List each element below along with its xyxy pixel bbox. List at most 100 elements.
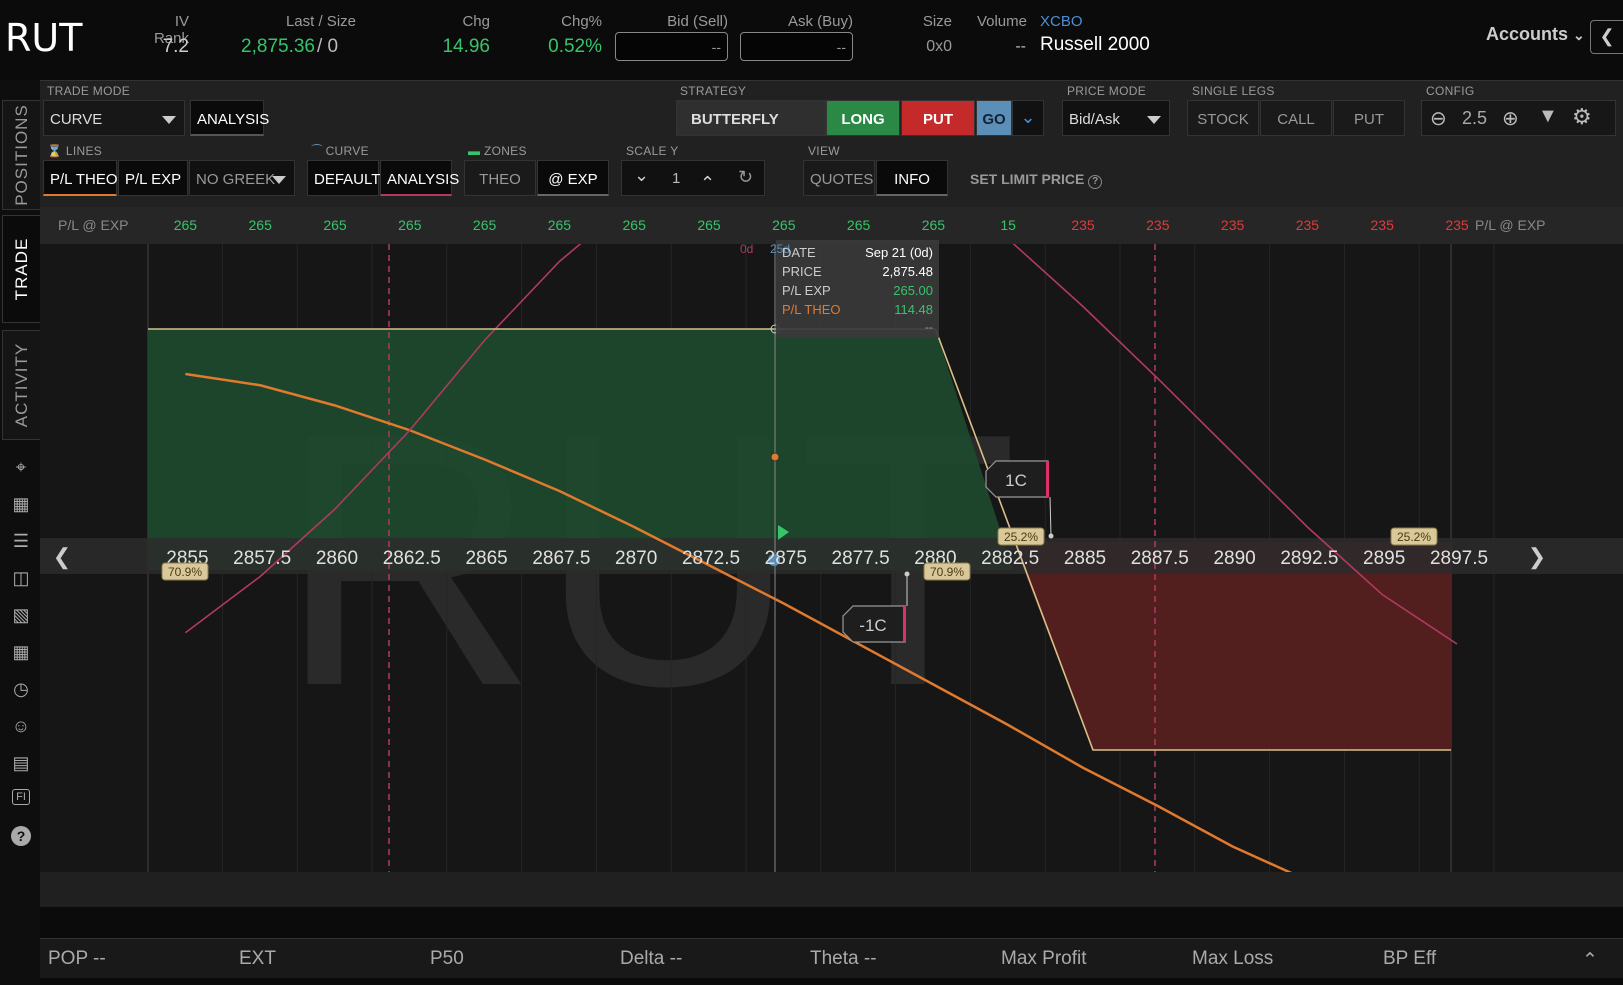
price-tick-label: 2872.5 [682,548,740,569]
long-button[interactable]: LONG [826,100,900,136]
volume-value: -- [1015,38,1026,55]
price-mode-select[interactable]: Bid/Ask [1062,100,1170,136]
pl-theo-toggle[interactable]: P/L THEO [43,160,118,196]
gauge-icon[interactable]: ◷ [10,678,32,700]
price-tick-label: 2867.5 [532,548,590,569]
bp-eff-stat[interactable]: BP Eff [1383,948,1436,970]
accounts-menu[interactable]: Accounts ⌄ [1486,24,1585,45]
pl-exp-cell: 235 [1295,217,1320,233]
pl-exp-cell: 265 [846,217,871,233]
pl-exp-cell: 265 [772,217,796,233]
size-value: 0x0 [926,38,952,55]
chart-grid-icon[interactable]: ▧ [10,604,32,626]
view-label: VIEW [808,144,840,158]
pl-curve-svg[interactable]: RUT28552857.528602862.528652867.52870287… [40,132,1623,943]
leg-tag-label: -1C [859,616,886,635]
list-icon[interactable]: ☰ [10,530,32,552]
pop-badge-label: 70.9% [168,565,202,579]
price-tick-label: 2897.5 [1430,548,1488,569]
exchange-link[interactable]: XCBO [1040,13,1083,30]
trade-toolbar: TRADE MODE CURVE ANALYSIS STRATEGY BUTTE… [40,80,1623,207]
go-menu-chevron-icon[interactable]: ⌄ [1012,100,1044,136]
price-mode-label: PRICE MODE [1067,84,1147,98]
size-label: Size [922,13,952,30]
left-sidebar: POSITIONS TRADE ACTIVITY ⌖ ▦ ☰ ◫ ▧ ▦ ◷ ☺… [0,80,40,985]
reset-icon[interactable]: ↻ [738,167,753,188]
pop-stat[interactable]: POP -- [48,948,106,970]
strategy-select[interactable]: BUTTERFLY [676,100,826,136]
pl-exp-cell: 235 [1220,217,1245,233]
pl-exp-cell: 265 [173,217,198,233]
tooltip-price-label: PRICE [782,264,822,279]
collapse-panel-button[interactable]: ❮ [1590,20,1623,54]
calendar-icon[interactable]: ▤ [10,752,32,774]
price-tick-label: 2895 [1363,548,1405,569]
scale-down-icon[interactable]: ⌄ [634,165,649,186]
scroll-right-icon: ❯ [1528,544,1546,570]
zoom-in-icon[interactable]: ⊕ [1502,106,1519,131]
chevron-left-icon: ❮ [1599,26,1615,46]
help-icon[interactable]: ? [11,826,31,846]
curve-icon: ⁀ [312,144,322,158]
price-tick-label: 2865 [465,548,507,569]
dashboard-icon[interactable]: ▦ [10,641,32,663]
info-icon: ? [1088,175,1103,189]
put-button[interactable]: PUT [901,100,975,136]
price-tick-label: 2877.5 [832,548,890,569]
view-quotes-button[interactable]: QUOTES [803,160,875,196]
instrument-name: Russell 2000 [1040,34,1150,55]
leg-put-button[interactable]: PUT [1333,100,1405,136]
tab-positions[interactable]: POSITIONS [2,100,40,210]
trade-mode-select[interactable]: CURVE [43,100,185,136]
ext-stat[interactable]: EXT [239,948,276,970]
zones-theo-button[interactable]: THEO [464,160,536,196]
greek-select[interactable]: NO GREEK [189,160,295,196]
curve-default-button[interactable]: DEFAULT [307,160,380,196]
crosshair-icon[interactable]: ⌖ [10,456,32,478]
theta-stat[interactable]: Theta -- [810,948,877,970]
profit-zone [148,329,1014,570]
price-tick-label: 2870 [615,548,657,569]
go-button[interactable]: GO [976,100,1012,136]
zoom-out-icon[interactable]: ⊖ [1430,106,1447,131]
delta-stat[interactable]: Delta -- [620,948,682,970]
scale-y-label: SCALE Y [626,144,679,158]
expand-up-icon[interactable]: ⌃ [1582,949,1598,972]
zones-exp-button[interactable]: @ EXP [537,160,609,196]
tab-activity[interactable]: ACTIVITY [2,330,40,440]
filter-icon[interactable]: ▼ [1538,105,1558,128]
bid-field[interactable]: -- [615,32,728,61]
pl-exp-row-label-left: P/L @ EXP [58,217,129,233]
ask-field[interactable]: -- [740,32,853,61]
last-price: 2,875.36 [241,36,315,57]
max-loss-stat[interactable]: Max Loss [1192,948,1273,970]
leg-tag-marker [1046,461,1049,497]
trade-mode-label: TRADE MODE [47,84,131,98]
chg-value: 14.96 [442,36,490,57]
leg-stock-button[interactable]: STOCK [1187,100,1259,136]
gear-icon[interactable]: ⚙ [1572,104,1592,130]
tooltip-pltheo-label: P/L THEO [782,302,841,317]
curve-analysis-button[interactable]: ANALYSIS [380,160,459,196]
price-tick-label: 2892.5 [1280,548,1338,569]
tab-trade[interactable]: TRADE [2,215,40,323]
risk-profile-chart[interactable]: RUT28552857.528602862.528652867.52870287… [40,132,1623,943]
p50-stat[interactable]: P50 [430,948,464,970]
tooltip-pltheo: 114.48 [894,302,933,317]
pl-exp-row-label-right: P/L @ EXP [1475,217,1546,233]
tooltip-date-label: DATE [782,245,816,260]
fi-icon[interactable]: FI [12,789,30,805]
scale-up-icon[interactable]: ⌃ [700,173,715,194]
tv-icon[interactable]: ◫ [10,567,32,589]
max-profit-stat[interactable]: Max Profit [1001,948,1087,970]
leg-call-button[interactable]: CALL [1260,100,1332,136]
symbol-title[interactable]: RUT [5,16,82,60]
iv-rank-value: 7.2 [162,36,189,57]
community-icon[interactable]: ☺ [10,715,32,737]
report-icon[interactable]: ▦ [10,493,32,515]
last-size: / 0 [317,36,339,57]
view-info-button[interactable]: INFO [876,160,948,196]
pl-exp-toggle[interactable]: P/L EXP [118,160,188,196]
analysis-button[interactable]: ANALYSIS [190,100,269,136]
set-limit-price-link[interactable]: SET LIMIT PRICE ? [970,171,1103,189]
